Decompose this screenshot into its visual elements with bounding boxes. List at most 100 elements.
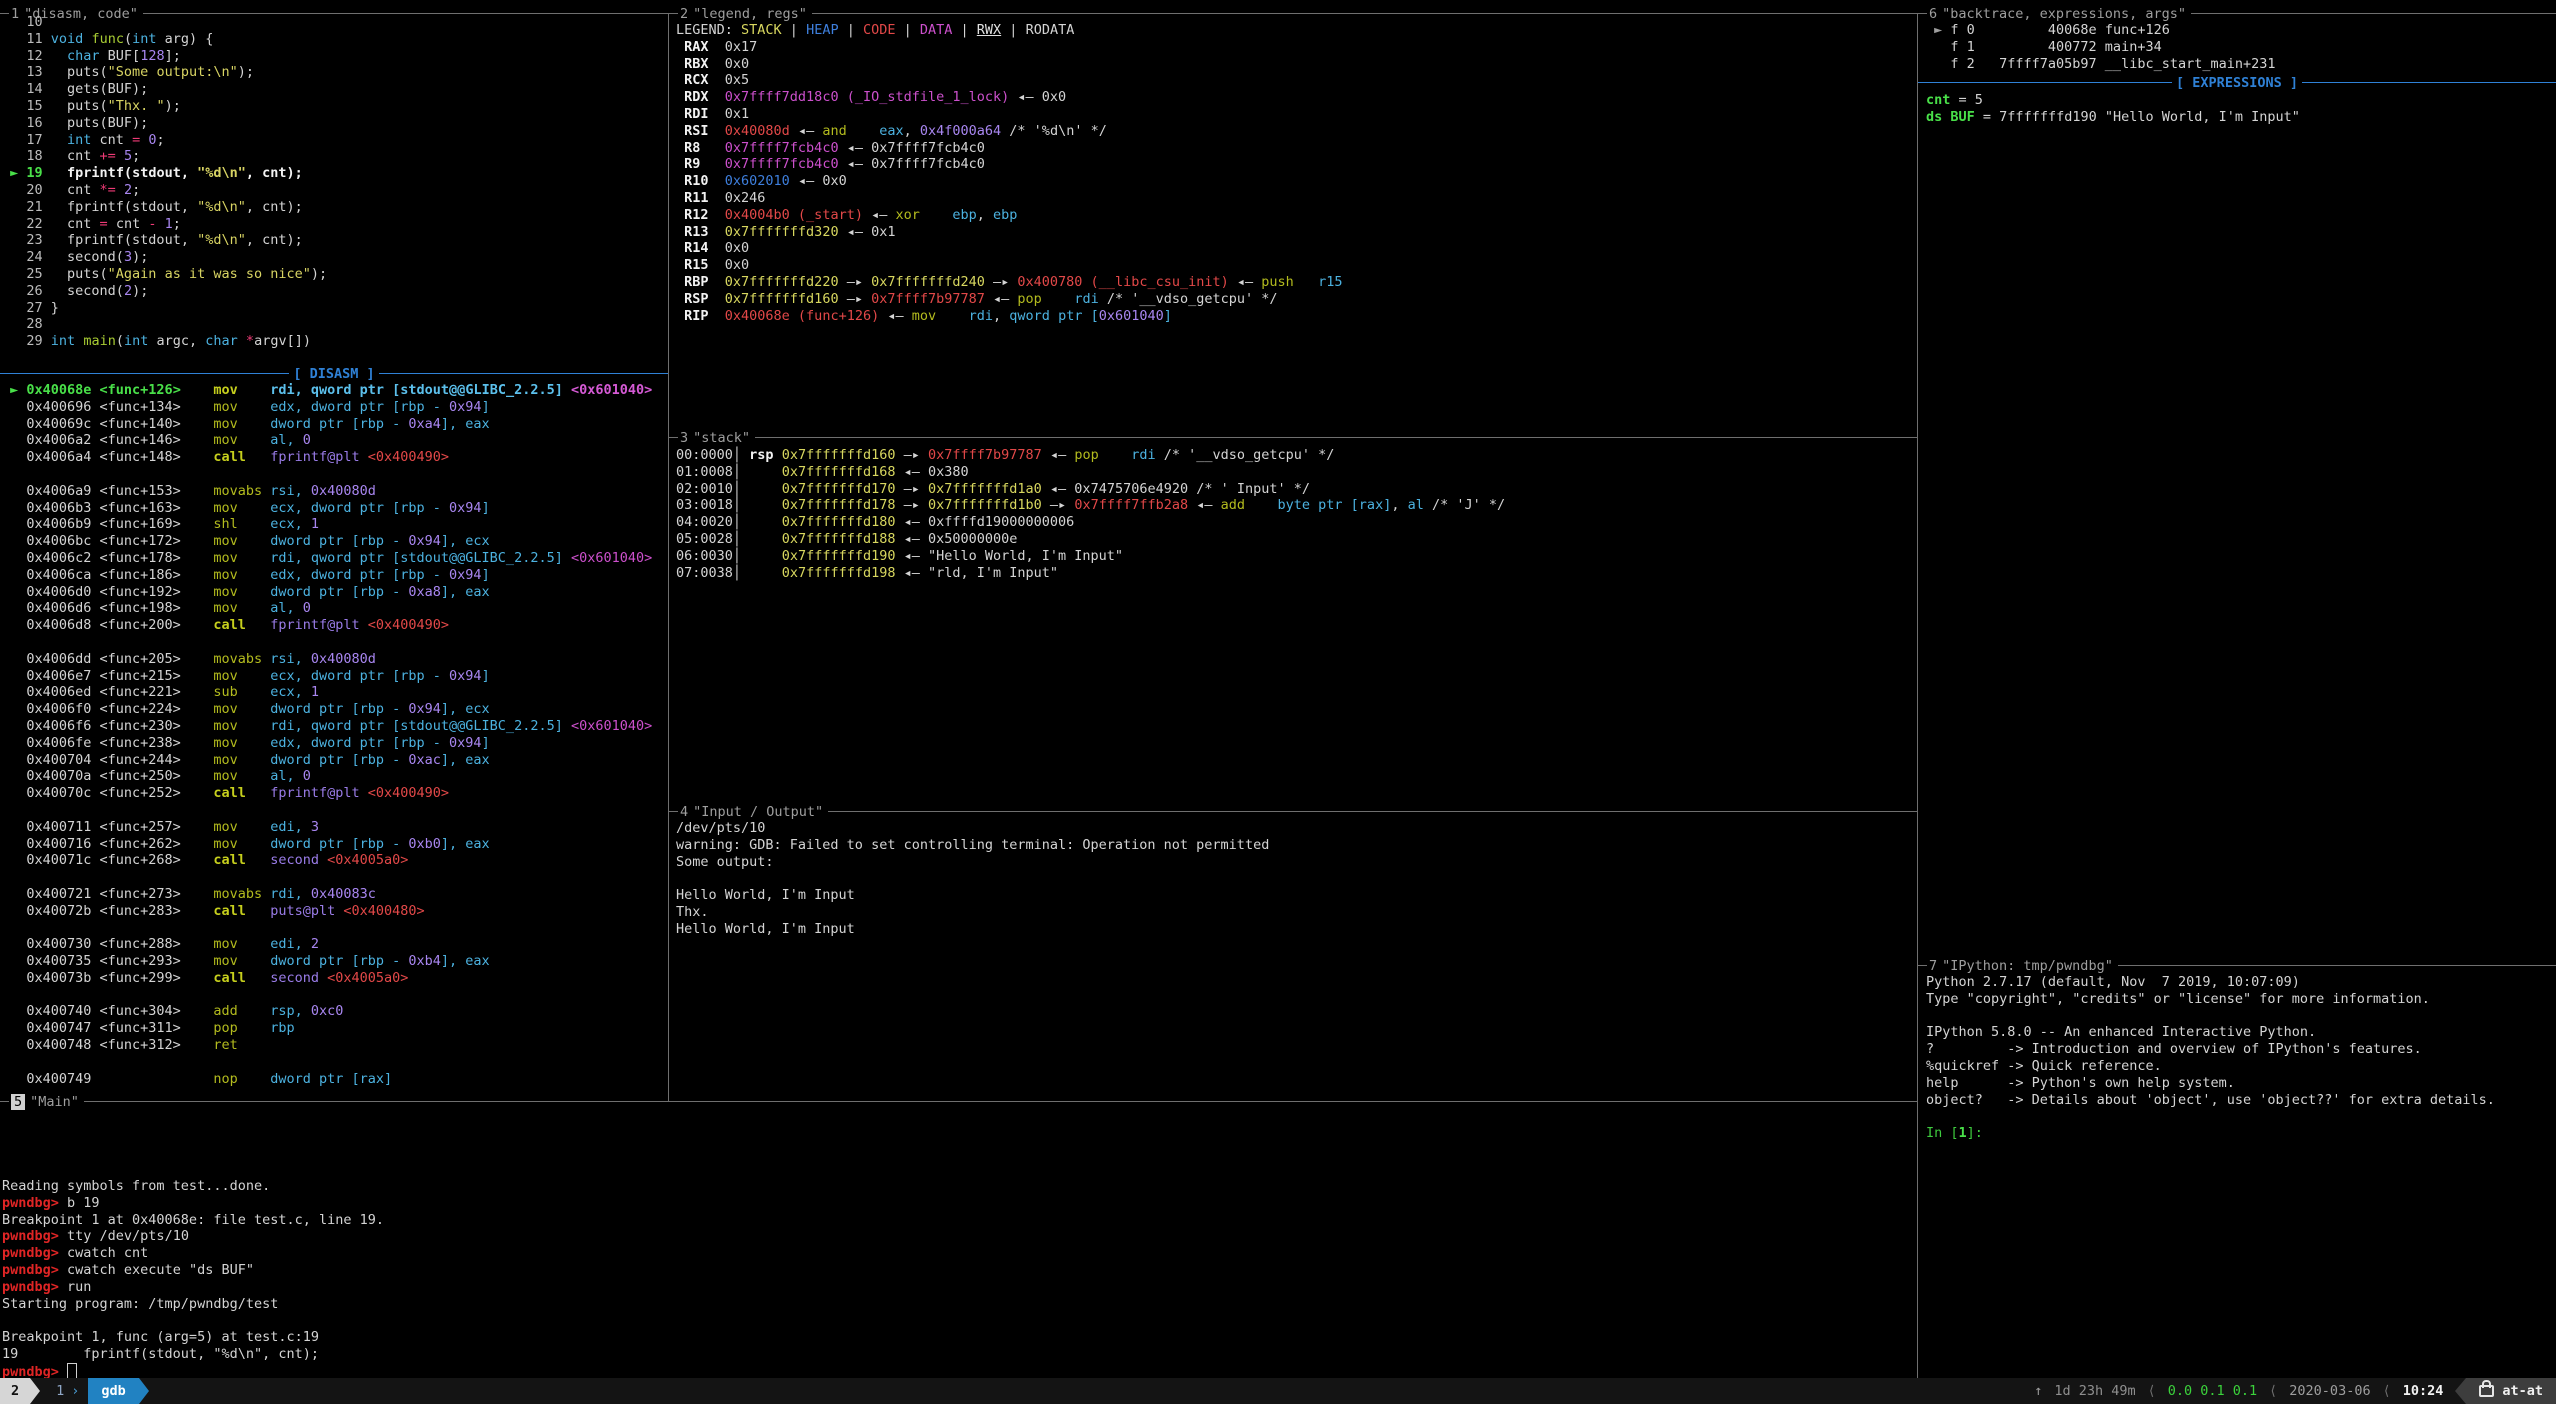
pane-border-title-legend-regs[interactable]: 2"legend, regs" — [669, 5, 1917, 22]
border-line — [812, 13, 1917, 14]
terminal-row: 0x4006d8 <func+200> call fprintf@plt <0x… — [2, 617, 652, 634]
pane-border-title-stack[interactable]: 3"stack" — [669, 429, 1917, 446]
terminal-row: In [1]: — [1926, 1125, 2495, 1142]
terminal-row: Breakpoint 1 at 0x40068e: file test.c, l… — [2, 1212, 384, 1229]
pane-number: 4 — [680, 804, 688, 820]
terminal-row: 0x40070a <func+250> mov al, 0 — [2, 768, 652, 785]
terminal-row: 0x400735 <func+293> mov dword ptr [rbp -… — [2, 953, 652, 970]
terminal-row: 23 fprintf(stdout, "%d\n", cnt); — [2, 232, 327, 249]
window-index[interactable]: 1 — [56, 1383, 64, 1399]
disasm-section-divider: [ DISASM ] — [0, 365, 668, 382]
terminal-row: 0x4006d6 <func+198> mov al, 0 — [2, 600, 652, 617]
terminal-row: 00:0000│ rsp 0x7fffffffd160 —▸ 0x7ffff7b… — [676, 447, 1505, 464]
separator-icon: ⟨ — [2148, 1383, 2156, 1399]
terminal-row — [1926, 1108, 2495, 1125]
terminal-row: RIP 0x40068e (func+126) ◂— mov rdi, qwor… — [676, 308, 1343, 325]
program-io-pane[interactable]: /dev/pts/10warning: GDB: Failed to set c… — [676, 820, 1269, 938]
session-name-tab[interactable]: 2 — [0, 1378, 30, 1404]
terminal-row — [2, 987, 652, 1004]
terminal-row: 26 second(2); — [2, 283, 327, 300]
gdb-console[interactable]: Reading symbols from test...done.pwndbg>… — [2, 1178, 384, 1380]
pane-number: 7 — [1929, 958, 1937, 974]
terminal-row: R9 0x7ffff7fcb4c0 ◂— 0x7ffff7fcb4c0 — [676, 156, 1343, 173]
terminal-row: 0x4006ed <func+221> sub ecx, 1 — [2, 684, 652, 701]
pane-title: "stack" — [693, 430, 750, 446]
separator-icon: ⟨ — [2383, 1383, 2391, 1399]
pane-border-vertical[interactable] — [1917, 13, 1918, 1378]
powerline-arrow-icon — [2455, 1378, 2466, 1404]
terminal-row: object? -> Details about 'object', use '… — [1926, 1092, 2495, 1109]
terminal-row: Type "copyright", "credits" or "license"… — [1926, 991, 2495, 1008]
terminal-row: R10 0x602010 ◂— 0x0 — [676, 173, 1343, 190]
terminal-row: ds BUF = 7fffffffd190 "Hello World, I'm … — [1926, 109, 2300, 126]
terminal-row: RDI 0x1 — [676, 106, 1343, 123]
terminal-row: f 2 7ffff7a05b97 __libc_start_main+231 — [1926, 56, 2276, 73]
expressions-section-label: [ EXPRESSIONS ] — [2172, 75, 2302, 91]
terminal-row: R13 0x7fffffffd320 ◂— 0x1 — [676, 224, 1343, 241]
terminal-row: 0x4006f6 <func+230> mov rdi, qword ptr [… — [2, 718, 652, 735]
terminal-row — [2, 1312, 384, 1329]
terminal-row: 0x400696 <func+134> mov edx, dword ptr [… — [2, 399, 652, 416]
chevron-icon: › — [71, 1383, 79, 1399]
pane-border-title-input-output[interactable]: 4 "Input / Output" — [669, 803, 1917, 820]
pane-border-vertical[interactable] — [668, 13, 669, 1102]
terminal-row: 03:0018│ 0x7fffffffd178 —▸ 0x7fffffffd1b… — [676, 497, 1505, 514]
terminal-row: 06:0030│ 0x7fffffffd190 ◂— "Hello World,… — [676, 548, 1505, 565]
terminal-row: 0x4006fe <func+238> mov edx, dword ptr [… — [2, 735, 652, 752]
terminal-row: 0x40069c <func+140> mov dword ptr [rbp -… — [2, 416, 652, 433]
terminal-row — [2, 634, 652, 651]
pane-title: "Input / Output" — [693, 804, 823, 820]
terminal-row: 0x400711 <func+257> mov edi, 3 — [2, 819, 652, 836]
pane-border-title-main[interactable]: 5"Main" — [0, 1093, 1917, 1110]
terminal-row: 24 second(3); — [2, 249, 327, 266]
terminal-row: ► 19 fprintf(stdout, "%d\n", cnt); — [2, 165, 327, 182]
terminal-row: pwndbg> cwatch execute "ds BUF" — [2, 1262, 384, 1279]
terminal-row: 0x4006a9 <func+153> movabs rsi, 0x40080d — [2, 483, 652, 500]
backtrace-list[interactable]: ► f 0 40068e func+126 f 1 400772 main+34… — [1926, 22, 2276, 72]
terminal-row: RSI 0x40080d ◂— and eax, 0x4f000a64 /* '… — [676, 123, 1343, 140]
terminal-row: 0x4006e7 <func+215> mov ecx, dword ptr [… — [2, 668, 652, 685]
border-line — [2191, 13, 2556, 14]
terminal-row: RCX 0x5 — [676, 72, 1343, 89]
pane-number-active: 5 — [11, 1094, 25, 1110]
terminal-row: 0x400716 <func+262> mov dword ptr [rbp -… — [2, 836, 652, 853]
pane-border-title-ipython[interactable]: 7"IPython: tmp/pwndbg" — [1918, 957, 2556, 974]
terminal-row: 0x4006b9 <func+169> shl ecx, 1 — [2, 516, 652, 533]
border-line — [2118, 965, 2556, 966]
tmux-status-bar: 2 1 › gdb ↑ 1d 23h 49m ⟨ 0.0 0.1 0.1 ⟨ 2… — [0, 1378, 2556, 1404]
disassembly-listing[interactable]: ► 0x40068e <func+126> mov rdi, qword ptr… — [2, 382, 652, 1087]
tmux-session: 1"disasm, code" 2"legend, regs" 6"backtr… — [0, 0, 2556, 1404]
pane-number: 2 — [680, 6, 688, 22]
source-code-listing[interactable]: 10 11 void func(int arg) { 12 char BUF[1… — [2, 14, 327, 350]
stack-pane[interactable]: 00:0000│ rsp 0x7fffffffd160 —▸ 0x7ffff7b… — [676, 447, 1505, 581]
terminal-row: 18 cnt += 5; — [2, 148, 327, 165]
terminal-row — [2, 466, 652, 483]
terminal-row: 17 int cnt = 0; — [2, 132, 327, 149]
terminal-row: 0x400740 <func+304> add rsp, 0xc0 — [2, 1003, 652, 1020]
powerline-arrow-icon — [30, 1378, 40, 1404]
terminal-row: pwndbg> run — [2, 1279, 384, 1296]
terminal-row: warning: GDB: Failed to set controlling … — [676, 837, 1269, 854]
terminal-row: 0x40073b <func+299> call second <0x4005a… — [2, 970, 652, 987]
status-left: 2 1 › gdb — [0, 1378, 149, 1404]
separator-icon: ⟨ — [2269, 1383, 2277, 1399]
lock-icon — [2479, 1385, 2494, 1397]
terminal-row: 10 — [2, 14, 327, 31]
ipython-console[interactable]: Python 2.7.17 (default, Nov 7 2019, 10:0… — [1926, 974, 2495, 1142]
terminal-row: 0x4006dd <func+205> movabs rsi, 0x40080d — [2, 651, 652, 668]
terminal-row: 20 cnt *= 2; — [2, 182, 327, 199]
border-line — [0, 1101, 9, 1102]
terminal-row: 0x4006f0 <func+224> mov dword ptr [rbp -… — [2, 701, 652, 718]
terminal-row: %quickref -> Quick reference. — [1926, 1058, 2495, 1075]
terminal-row: RAX 0x17 — [676, 39, 1343, 56]
terminal-row — [2, 920, 652, 937]
terminal-row: help -> Python's own help system. — [1926, 1075, 2495, 1092]
border-line — [755, 437, 1917, 438]
registers-pane[interactable]: LEGEND: STACK | HEAP | CODE | DATA | RWX… — [676, 22, 1343, 324]
expressions-list[interactable]: cnt = 5ds BUF = 7fffffffd190 "Hello Worl… — [1926, 92, 2300, 126]
terminal-row: /dev/pts/10 — [676, 820, 1269, 837]
pane-border-title-backtrace[interactable]: 6"backtrace, expressions, args" — [1918, 5, 2556, 22]
active-window-tab[interactable]: gdb — [88, 1378, 138, 1404]
terminal-row: 0x4006ca <func+186> mov edx, dword ptr [… — [2, 567, 652, 584]
terminal-row: RSP 0x7fffffffd160 —▸ 0x7ffff7b97787 ◂— … — [676, 291, 1343, 308]
